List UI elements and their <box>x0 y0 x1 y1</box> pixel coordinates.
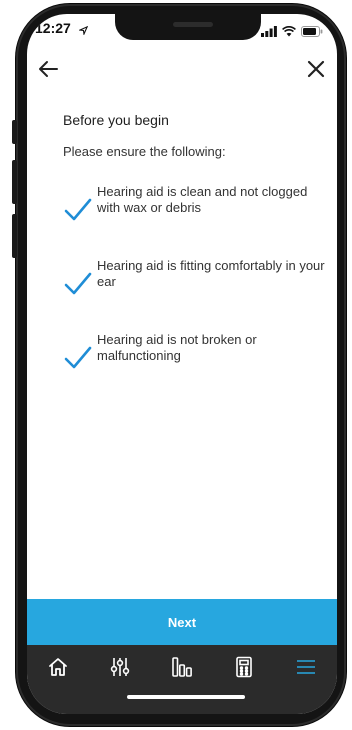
checklist-item: Hearing aid is clean and not clogged wit… <box>63 184 331 258</box>
page-title: Before you begin <box>63 112 169 128</box>
checklist-item: Hearing aid is not broken or malfunction… <box>63 332 331 406</box>
phone-side-button <box>12 214 17 258</box>
page-subtitle: Please ensure the following: <box>63 144 226 159</box>
checklist-item: Hearing aid is fitting comfortably in yo… <box>63 258 331 332</box>
remote-control-icon <box>232 655 256 684</box>
next-button[interactable]: Next <box>27 599 337 645</box>
app-screen: 12:27 Before you begin Please ensure the… <box>27 14 337 714</box>
close-icon[interactable] <box>303 56 329 82</box>
checklist-item-text: Hearing aid is not broken or malfunction… <box>97 332 257 363</box>
phone-notch <box>115 14 261 40</box>
status-time: 12:27 <box>35 20 71 36</box>
checklist: Hearing aid is clean and not clogged wit… <box>63 184 331 406</box>
nav-header <box>27 52 337 92</box>
wifi-icon <box>282 24 296 42</box>
equalizer-icon <box>170 655 194 684</box>
checklist-item-text: Hearing aid is clean and not clogged wit… <box>97 184 308 215</box>
tab-home[interactable] <box>36 647 80 691</box>
speaker-grille <box>173 22 213 27</box>
back-arrow-icon[interactable] <box>35 56 61 82</box>
checkmark-icon <box>63 344 93 372</box>
tab-bar <box>27 645 337 714</box>
home-icon <box>46 655 70 684</box>
checkmark-icon <box>63 270 93 298</box>
tab-adjust[interactable] <box>98 647 142 691</box>
checklist-item-text: Hearing aid is fitting comfortably in yo… <box>97 258 325 289</box>
tab-menu[interactable] <box>284 647 328 691</box>
signal-icon <box>261 24 277 42</box>
phone-side-button <box>12 120 17 144</box>
status-icons <box>261 24 323 42</box>
location-arrow-icon <box>77 22 89 40</box>
phone-side-button <box>12 160 17 204</box>
home-indicator[interactable] <box>127 695 245 699</box>
tab-equalizer[interactable] <box>160 647 204 691</box>
sliders-icon <box>108 655 132 684</box>
tab-remote[interactable] <box>222 647 266 691</box>
battery-icon <box>301 24 323 42</box>
menu-icon <box>294 655 318 684</box>
checkmark-icon <box>63 196 93 224</box>
